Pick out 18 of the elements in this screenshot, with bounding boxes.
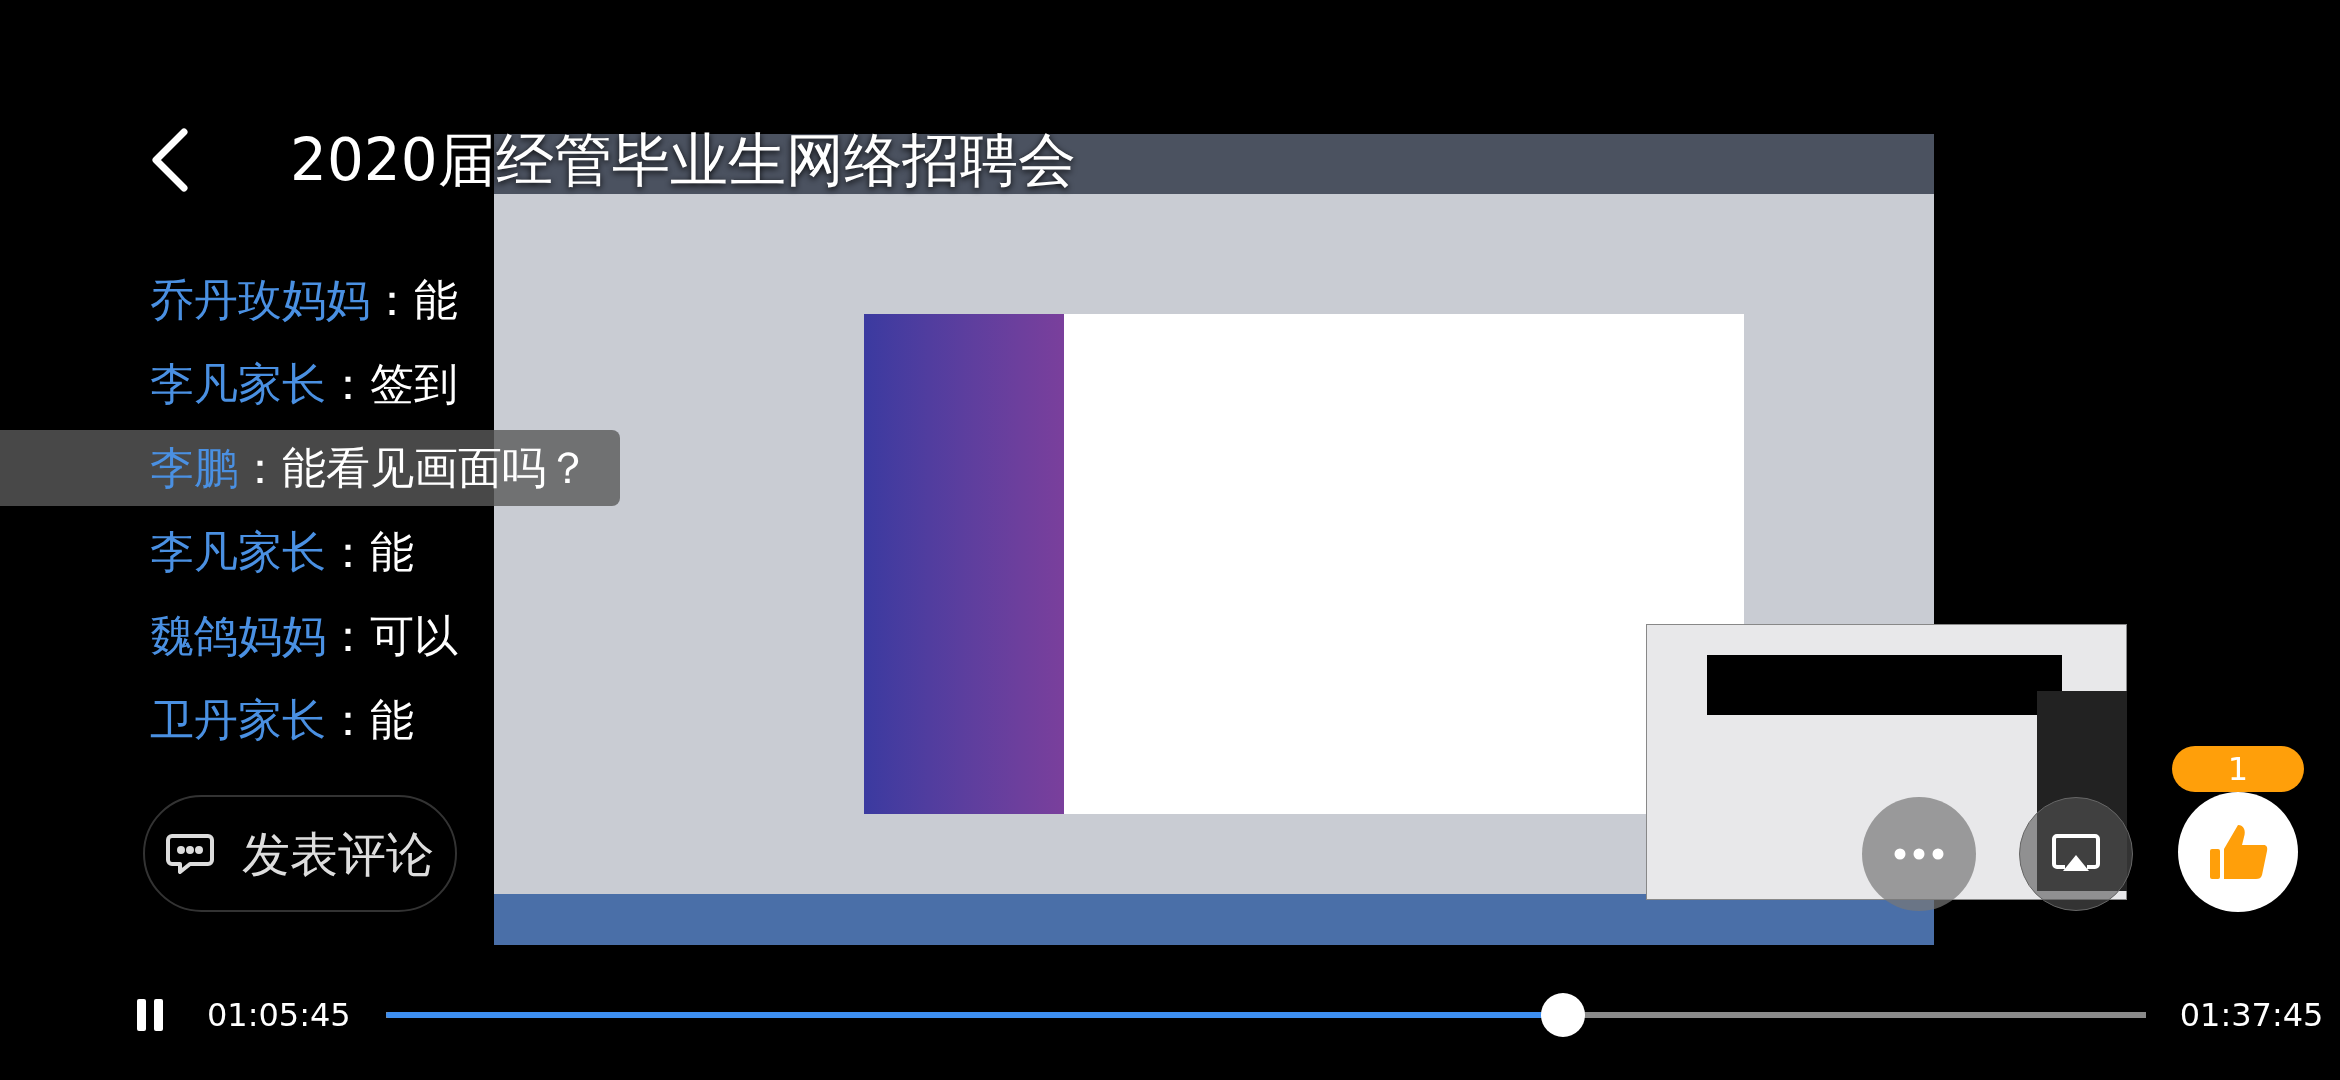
post-comment-button[interactable]: 发表评论	[143, 795, 457, 912]
like-count-badge: 1	[2172, 746, 2304, 792]
total-duration: 01:37:45	[2179, 995, 2324, 1036]
back-icon[interactable]	[150, 128, 190, 192]
more-icon	[1894, 848, 1944, 860]
chat-comment: 魏鸽妈妈：可以	[150, 609, 459, 663]
chat-comment: 李凡家长：能	[150, 525, 415, 579]
pause-button[interactable]	[137, 999, 163, 1031]
elapsed-time: 01:05:45	[207, 995, 351, 1036]
chat-comment: 卫丹家长：能	[150, 693, 415, 747]
picture-in-picture-video[interactable]	[1646, 624, 2127, 900]
thumbs-up-icon	[2208, 823, 2268, 881]
video-title: 2020届经管毕业生网络招聘会	[290, 125, 1076, 196]
comment-icon	[166, 831, 214, 876]
chat-comment: 乔丹玫妈妈：能	[150, 273, 459, 327]
progress-thumb[interactable]	[1541, 993, 1586, 1037]
chat-comment: 李鹏：能看见画面吗？	[0, 430, 620, 506]
chat-comment: 李凡家长：签到	[150, 357, 459, 411]
